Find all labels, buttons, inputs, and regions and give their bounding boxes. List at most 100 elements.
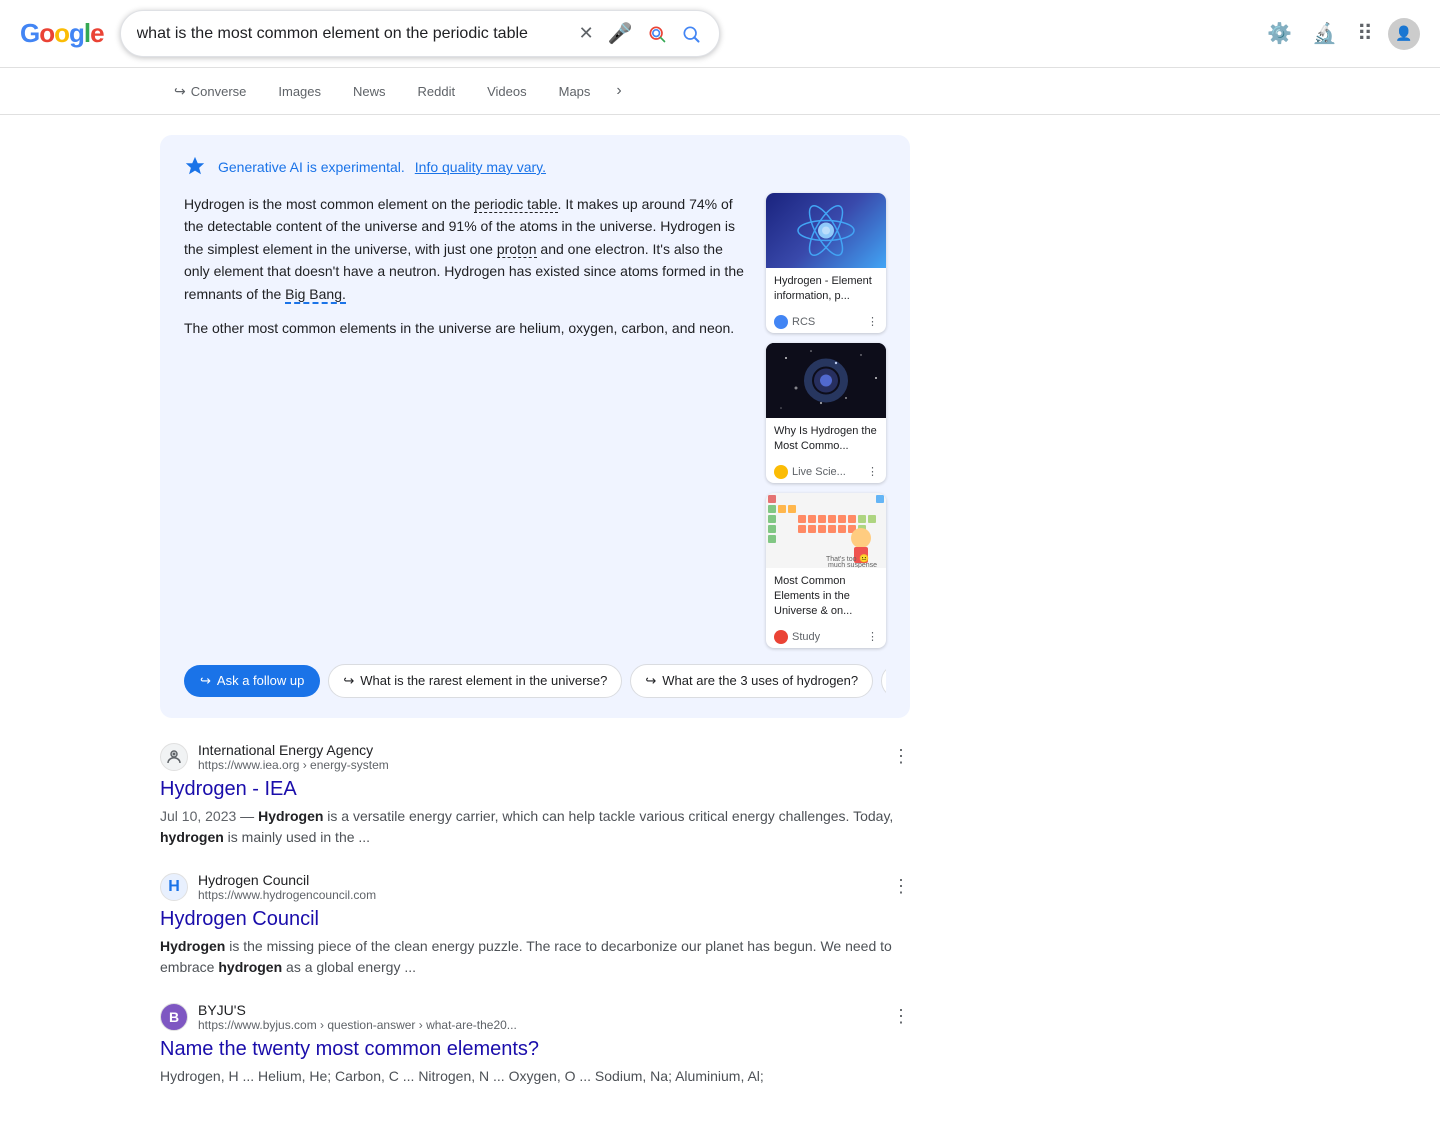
result-date-iea: Jul 10, 2023 [160,808,236,824]
search-icons: ✕ 🎤 [577,19,703,48]
apps-button[interactable]: ⠿ [1353,17,1376,51]
ask-followup-label: Ask a follow up [217,673,304,688]
left-column: Generative AI is experimental. Info qual… [160,135,910,1111]
result-title-hcouncil[interactable]: Hydrogen Council [160,906,910,932]
ai-image-card-3[interactable]: 😐 That's too much suspense Most Common E… [766,493,886,648]
header-right: ⚙️ 🔬 ⠿ 👤 [1263,17,1420,51]
search-bar: ✕ 🎤 [120,10,720,57]
header: Google ✕ 🎤 [0,0,1440,68]
chip-label-2: What are the 3 uses of hydrogen? [662,673,858,688]
tab-converse-label: Converse [191,84,247,99]
ai-paragraph-1: Hydrogen is the most common element on t… [184,193,746,305]
ai-paragraph-2: The other most common elements in the un… [184,317,746,339]
study-label: Study [792,631,820,643]
tab-videos[interactable]: Videos [473,76,541,107]
result-source-info-hcouncil: Hydrogen Council https://www.hydrogencou… [198,872,882,902]
mic-button[interactable]: 🎤 [606,19,635,48]
followup-chip-1[interactable]: ↪ What is the rarest element in the univ… [328,664,622,698]
chip-arrow-icon-2: ↪ [645,673,656,689]
result-source-name-iea: International Energy Agency [198,742,882,758]
tab-reddit-label: Reddit [418,84,456,99]
result-source-info-byjus: BYJU'S https://www.byjus.com › question-… [198,1002,882,1032]
followup-chip-3[interactable]: ↪ What are the 3 m [881,664,886,698]
chip-label-1: What is the rarest element in the univer… [360,673,607,688]
ai-image-info-2: Why Is Hydrogen the Most Commo... [766,418,886,461]
ai-image-thumb-3: 😐 That's too much suspense [766,493,886,568]
ai-image-card-2[interactable]: Why Is Hydrogen the Most Commo... Live S… [766,343,886,483]
result-source-hcouncil: H Hydrogen Council https://www.hydrogenc… [160,872,910,902]
ai-image-source-3: Study ⋮ [766,626,886,648]
avatar[interactable]: 👤 [1388,18,1420,50]
ai-quality-link[interactable]: Info quality may vary. [415,159,546,175]
settings-button[interactable]: ⚙️ [1263,17,1296,50]
result-source-iea: International Energy Agency https://www.… [160,742,910,772]
ai-image-source-1: RCS ⋮ [766,311,886,333]
result-menu-hcouncil[interactable]: ⋮ [892,876,910,897]
image-menu-3[interactable]: ⋮ [867,630,878,643]
proton-link[interactable]: proton [497,241,537,258]
lens-button[interactable] [645,22,669,46]
rcs-label: RCS [792,316,815,328]
search-input[interactable] [137,25,577,43]
result-item-hcouncil: H Hydrogen Council https://www.hydrogenc… [160,872,910,978]
result-source-name-byjus: BYJU'S [198,1002,882,1018]
converse-arrow-icon: ↪ [174,83,186,100]
rcs-dot [774,315,788,329]
livesci-label: Live Scie... [792,466,846,478]
ai-image-info-1: Hydrogen - Element information, p... [766,268,886,311]
followup-chip-2[interactable]: ↪ What are the 3 uses of hydrogen? [630,664,873,698]
tab-images[interactable]: Images [264,76,335,107]
search-button[interactable] [679,22,703,46]
tab-converse[interactable]: ↪ Converse [160,75,260,108]
study-dot [774,630,788,644]
result-title-iea[interactable]: Hydrogen - IEA [160,776,910,802]
ai-body: Hydrogen is the most common element on t… [184,193,886,648]
image-menu-2[interactable]: ⋮ [867,465,878,478]
chip-arrow-icon-1: ↪ [343,673,354,689]
result-source-url-iea: https://www.iea.org › energy-system [198,758,882,772]
tab-news[interactable]: News [339,76,400,107]
image-menu-1[interactable]: ⋮ [867,315,878,328]
search-tabs: ↪ Converse Images News Reddit Videos Map… [0,68,1440,115]
result-source-name-hcouncil: Hydrogen Council [198,872,882,888]
result-title-byjus[interactable]: Name the twenty most common elements? [160,1036,910,1062]
ai-image-card-1[interactable]: Hydrogen - Element information, p... RCS… [766,193,886,333]
result-menu-byjus[interactable]: ⋮ [892,1006,910,1027]
result-source-url-hcouncil: https://www.hydrogencouncil.com [198,888,882,902]
tab-more-icon[interactable]: › [608,74,629,108]
result-menu-iea[interactable]: ⋮ [892,746,910,767]
livesci-dot [774,465,788,479]
periodic-table-link[interactable]: periodic table [474,196,557,213]
tab-reddit[interactable]: Reddit [404,76,470,107]
ai-image-title-2: Why Is Hydrogen the Most Commo... [774,425,877,452]
clear-button[interactable]: ✕ [577,21,596,46]
ai-image-thumb-1 [766,193,886,268]
big-bang-link[interactable]: Big Bang. [285,286,346,304]
ai-image-thumb-2 [766,343,886,418]
followup-row: ↪ Ask a follow up ↪ What is the rarest e… [184,664,886,698]
tab-news-label: News [353,84,386,99]
ai-image-title-3: Most Common Elements in the Universe & o… [774,575,852,618]
result-snippet-iea: Jul 10, 2023 — Hydrogen is a versatile e… [160,806,910,848]
result-favicon-hcouncil: H [160,873,188,901]
labs-button[interactable]: 🔬 [1308,17,1341,50]
tab-maps-label: Maps [559,84,591,99]
tab-images-label: Images [278,84,321,99]
tab-videos-label: Videos [487,84,527,99]
result-favicon-byjus: B [160,1003,188,1031]
ai-text: Hydrogen is the most common element on t… [184,193,746,648]
ai-image-title-1: Hydrogen - Element information, p... [774,275,872,302]
result-source-url-byjus: https://www.byjus.com › question-answer … [198,1018,882,1032]
ai-image-info-3: Most Common Elements in the Universe & o… [766,568,886,626]
ai-diamond-icon [184,155,208,179]
ai-answer-box: Generative AI is experimental. Info qual… [160,135,910,718]
svg-text:much suspense: much suspense [828,562,877,568]
google-logo: Google [20,18,104,49]
ask-followup-button[interactable]: ↪ Ask a follow up [184,665,320,697]
result-snippet-byjus: Hydrogen, H ... Helium, He; Carbon, C ..… [160,1066,910,1087]
result-item-iea: International Energy Agency https://www.… [160,742,910,848]
result-source-info-iea: International Energy Agency https://www.… [198,742,882,772]
tab-maps[interactable]: Maps [545,76,605,107]
result-favicon-iea [160,743,188,771]
ai-header: Generative AI is experimental. Info qual… [184,155,886,179]
